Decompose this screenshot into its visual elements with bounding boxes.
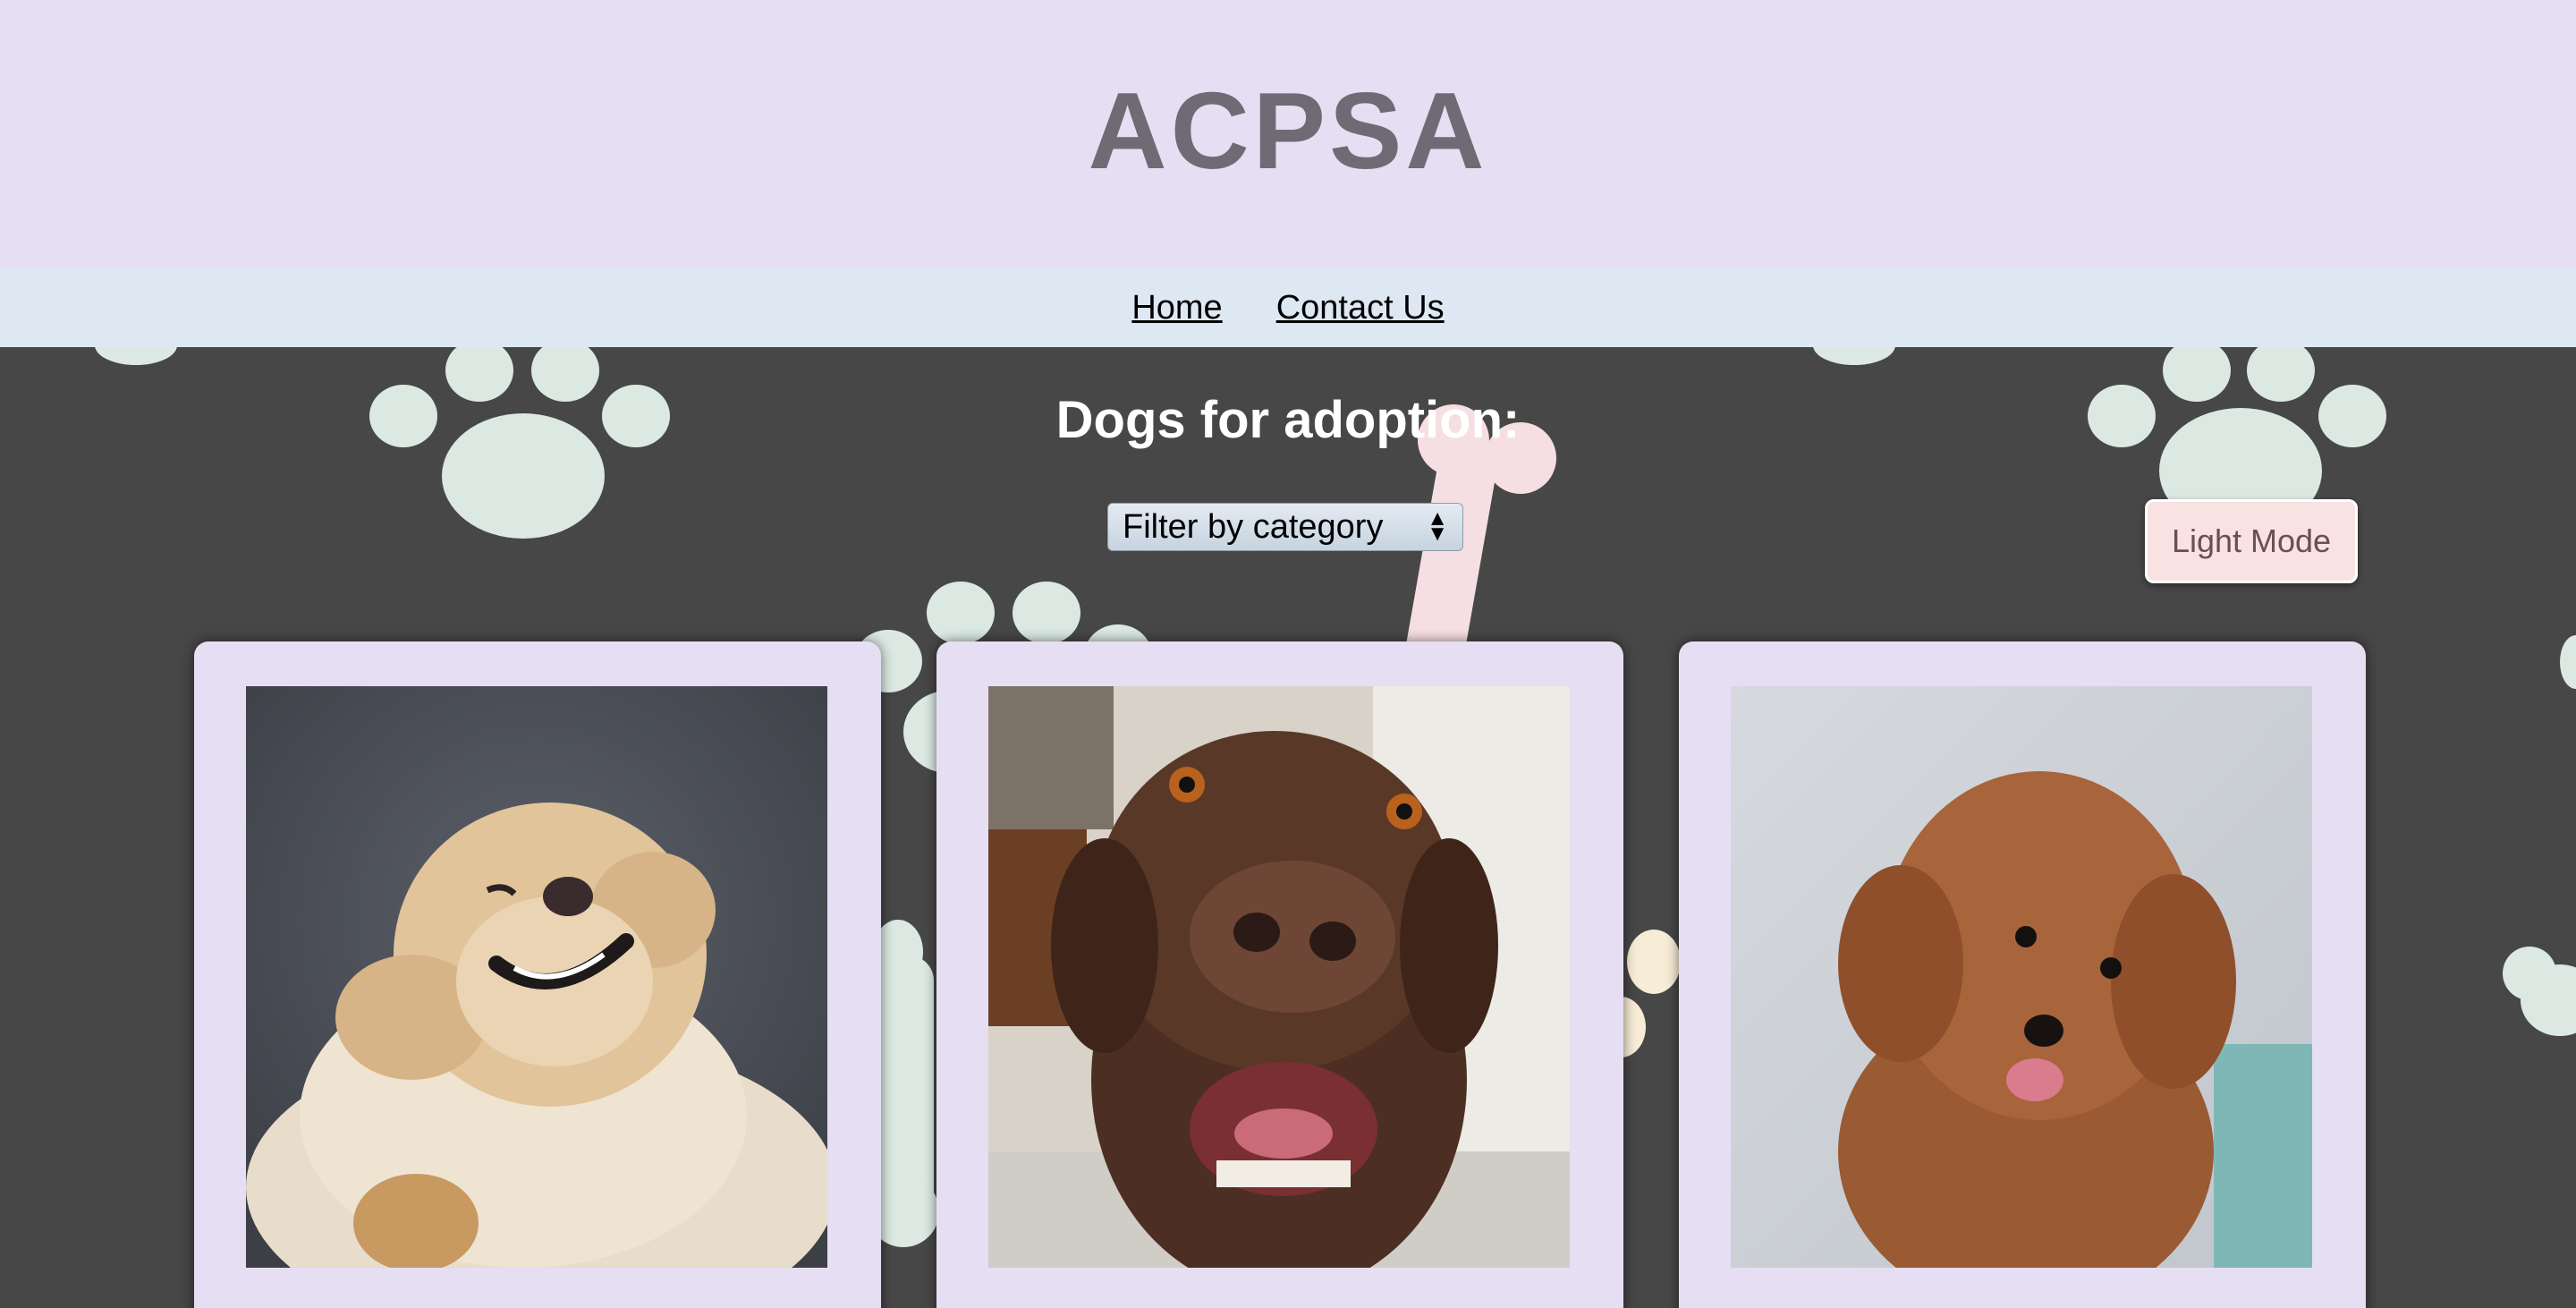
paw-print-icon <box>95 347 177 365</box>
golden-retriever-photo[interactable] <box>246 686 827 1268</box>
nav-bar: Home Contact Us <box>0 268 2576 347</box>
chocolate-labrador-photo[interactable] <box>988 686 1570 1268</box>
filter-select-value: Filter by category <box>1123 507 1384 546</box>
dog-card[interactable] <box>936 641 1623 1308</box>
light-mode-button[interactable]: Light Mode <box>2145 499 2358 583</box>
select-arrows-icon: ▲ ▼ <box>1427 506 1448 546</box>
dog-card[interactable] <box>194 641 881 1308</box>
dog-card[interactable] <box>1679 641 2366 1308</box>
site-header: ACPSA <box>0 0 2576 268</box>
nav-link-contact-us[interactable]: Contact Us <box>1276 289 1445 327</box>
category-filter-select[interactable]: Filter by category ▲ ▼ <box>1107 503 1463 551</box>
brown-poodle-photo[interactable] <box>1731 686 2312 1268</box>
main-content: Dogs for adoption: Filter by category ▲ ▼… <box>0 347 2576 1308</box>
paw-print-icon <box>1813 347 1895 365</box>
site-title: ACPSA <box>1088 70 1488 191</box>
nav-link-home[interactable]: Home <box>1131 289 1222 327</box>
paw-print-icon <box>2503 635 2576 1036</box>
section-heading: Dogs for adoption: <box>1055 391 1521 449</box>
